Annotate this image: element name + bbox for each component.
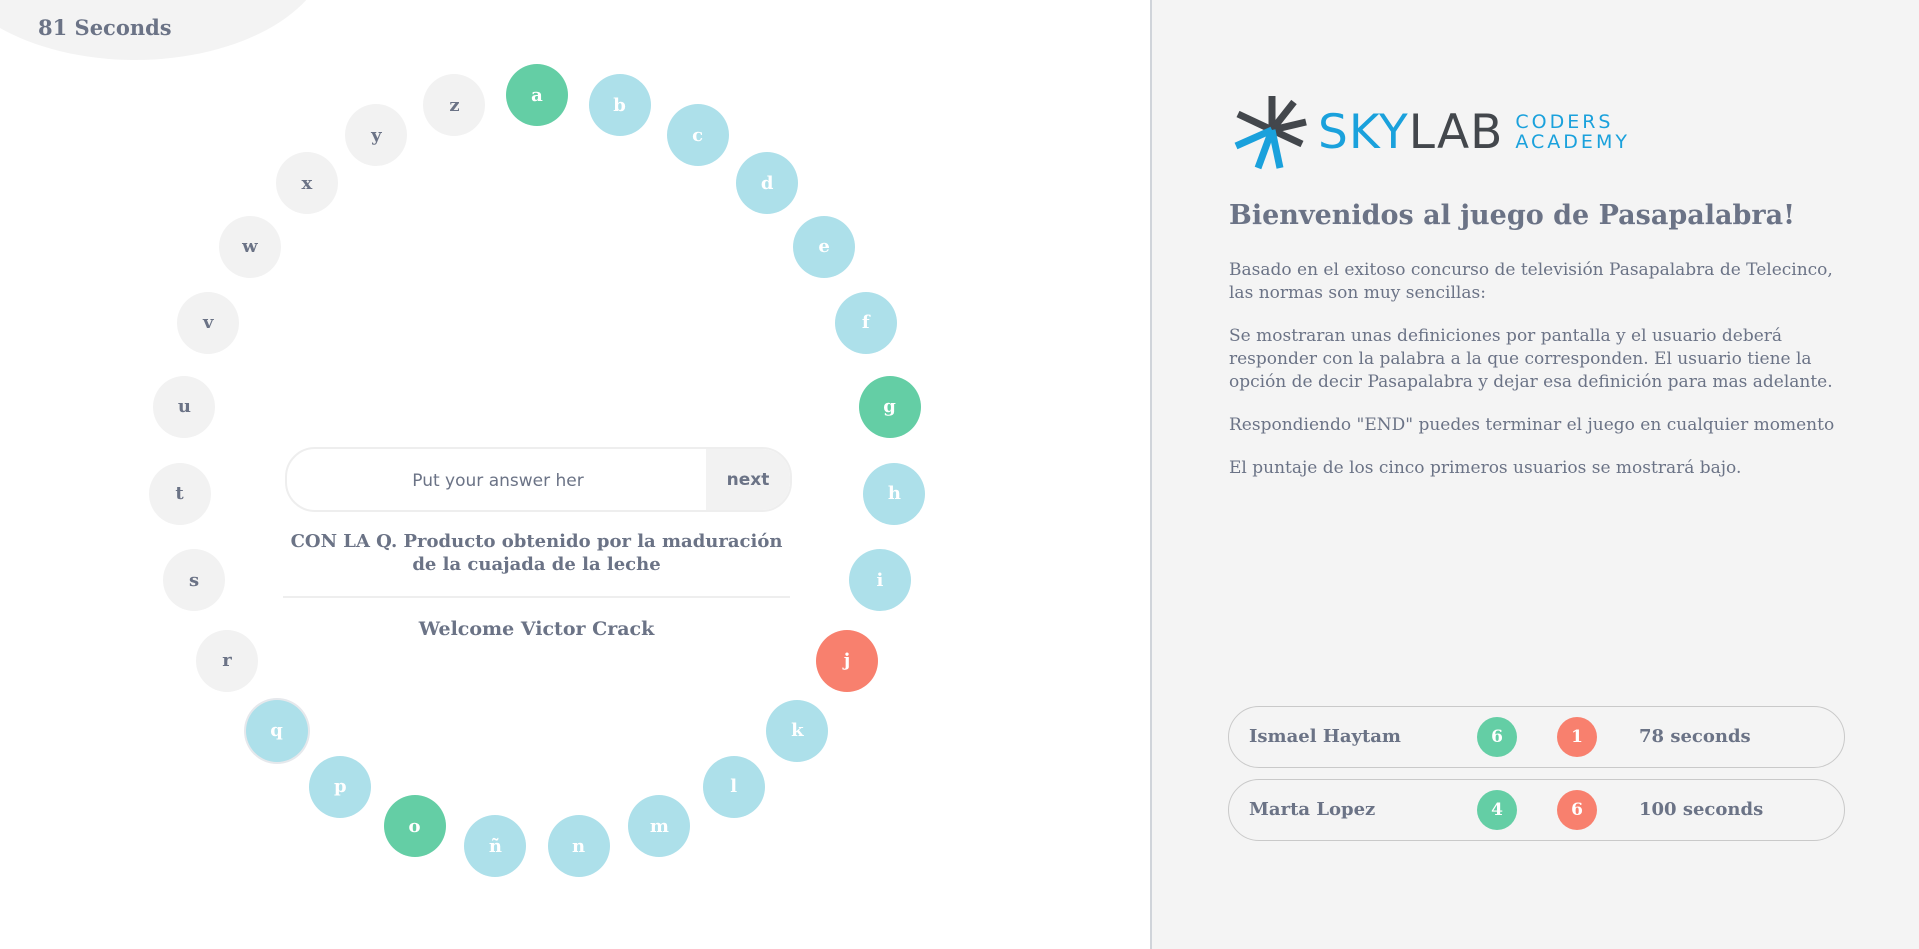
player-time: 78 seconds [1639,726,1751,747]
score-row: Ismael Haytam 6 1 78 seconds [1228,706,1845,768]
timer: 81 Seconds [38,15,172,40]
letter-bubble: s [163,549,226,612]
game-panel: 81 Seconds abcdefghijklmnñopqrstuvwxyz n… [0,0,1150,949]
letter-bubble: t [148,462,211,525]
letter-bubble: g [858,375,921,438]
letter-bubble: z [423,74,486,137]
letter-bubble: v [177,291,240,354]
info-panel: SKYLAB CODERS ACADEMY Bienvenidos al jue… [1152,0,1919,949]
letter-bubble: q [245,699,308,762]
separator [283,596,790,598]
letter-bubble: f [834,291,897,354]
letter-bubble: e [793,215,856,278]
score-row: Marta Lopez 4 6 100 seconds [1228,779,1845,841]
letter-bubble: u [153,375,216,438]
letter-bubble: d [736,152,799,215]
player-name: Ismael Haytam [1249,726,1401,747]
answer-input[interactable] [287,449,709,510]
letter-bubble: o [383,795,446,858]
correct-count-badge: 6 [1477,717,1517,757]
letter-bubble: y [345,104,408,167]
logo-subtitle: CODERS ACADEMY [1515,111,1630,153]
letter-bubble: ñ [464,815,527,878]
letter-bubble: h [863,462,926,525]
intro-title: Bienvenidos al juego de Pasapalabra! [1229,200,1795,231]
letter-bubble: r [195,629,258,692]
letter-bubble: x [275,152,338,215]
wrong-count-badge: 1 [1557,717,1597,757]
welcome-message: Welcome Victor Crack [418,618,655,640]
skylab-logo: SKYLAB CODERS ACADEMY [1232,92,1630,172]
rules-paragraph: Basado en el exitoso concurso de televis… [1229,260,1833,303]
letter-bubble: k [766,699,829,762]
player-name: Marta Lopez [1249,799,1376,820]
letter-bubble: b [588,74,651,137]
letter-bubble: i [848,549,911,612]
letter-bubble: m [628,795,691,858]
player-time: 100 seconds [1639,799,1764,820]
letter-bubble: a [506,64,568,126]
correct-count-badge: 4 [1477,790,1517,830]
letter-bubble: p [309,755,372,818]
wrong-count-badge: 6 [1557,790,1597,830]
letter-bubble: n [547,815,610,878]
answer-form: next [285,447,792,512]
rules-text: Basado en el exitoso concurso de televis… [1229,259,1839,500]
logo-wordmark: SKYLAB [1318,104,1504,160]
rules-paragraph: El puntaje de los cinco primeros usuario… [1229,458,1742,478]
letter-bubble: j [816,629,879,692]
rules-paragraph: Se mostraran unas definiciones por panta… [1229,326,1833,392]
letter-bubble: c [666,104,729,167]
letter-bubble: w [218,215,281,278]
next-button[interactable]: next [706,449,790,510]
letter-bubble: l [702,755,765,818]
rules-paragraph: Respondiendo "END" puedes terminar el ju… [1229,415,1835,435]
question-text: CON LA Q. Producto obtenido por la madur… [290,531,783,575]
skylab-star-icon [1234,96,1307,170]
